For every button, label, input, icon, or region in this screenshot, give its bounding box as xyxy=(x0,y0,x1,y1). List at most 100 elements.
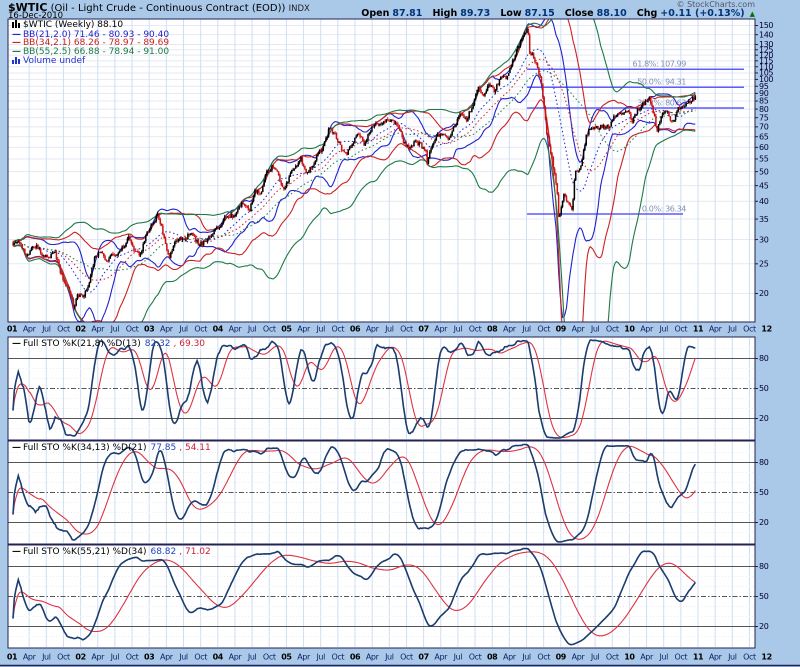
svg-text:Apr: Apr xyxy=(434,653,448,662)
svg-text:06: 06 xyxy=(350,653,361,662)
svg-text:01: 01 xyxy=(7,653,18,662)
svg-text:03: 03 xyxy=(144,325,154,334)
stoch-panel-2-k-value: 77.85 xyxy=(150,443,176,453)
svg-text:Oct: Oct xyxy=(400,653,413,662)
svg-text:Oct: Oct xyxy=(675,325,688,334)
svg-text:Apr: Apr xyxy=(366,653,380,662)
svg-text:20: 20 xyxy=(759,289,769,298)
stoch-panel-1-k-value: 82.32 xyxy=(145,339,171,349)
svg-text:Apr: Apr xyxy=(366,325,380,334)
svg-text:Oct: Oct xyxy=(332,653,345,662)
svg-text:50: 50 xyxy=(759,167,769,176)
legend-bb55-row: —BB(55,2.5) 66.88 - 78.94 - 91.00 xyxy=(12,48,169,57)
stoch-panel-3-d-value: , 71.02 xyxy=(179,547,211,557)
line-swatch-icon: — xyxy=(12,339,21,349)
svg-text:Oct: Oct xyxy=(126,325,139,334)
svg-text:Apr: Apr xyxy=(572,325,586,334)
svg-text:Oct: Oct xyxy=(537,325,550,334)
svg-text:80: 80 xyxy=(759,562,769,571)
svg-text:09: 09 xyxy=(556,653,567,662)
svg-text:50: 50 xyxy=(759,592,769,601)
svg-text:01: 01 xyxy=(7,325,18,334)
svg-text:Oct: Oct xyxy=(194,653,207,662)
svg-text:Oct: Oct xyxy=(675,653,688,662)
close-value: 88.10 xyxy=(597,8,627,19)
svg-text:20: 20 xyxy=(759,518,769,527)
svg-text:Jul: Jul xyxy=(590,653,600,662)
open-value: 87.81 xyxy=(392,8,422,19)
svg-text:Jul: Jul xyxy=(521,653,531,662)
svg-text:30: 30 xyxy=(759,235,769,244)
svg-text:35: 35 xyxy=(759,215,769,224)
legend-bb55-label: BB(55,2.5) 66.88 - 78.94 - 91.00 xyxy=(23,47,169,57)
svg-text:05: 05 xyxy=(281,653,292,662)
svg-text:Apr: Apr xyxy=(640,653,654,662)
svg-text:Jul: Jul xyxy=(315,325,325,334)
stoch-panel-2-header: —Full STO %K(34,13) %D(21) 77.85, 54.11 xyxy=(12,443,211,453)
svg-text:Apr: Apr xyxy=(709,653,723,662)
svg-text:Apr: Apr xyxy=(640,325,654,334)
svg-text:Jul: Jul xyxy=(453,653,463,662)
svg-text:Apr: Apr xyxy=(297,653,311,662)
svg-text:02: 02 xyxy=(75,653,85,662)
chg-label: Chg xyxy=(637,8,658,19)
svg-text:Apr: Apr xyxy=(229,653,243,662)
svg-text:02: 02 xyxy=(75,325,85,334)
svg-text:Jul: Jul xyxy=(110,653,120,662)
svg-text:Oct: Oct xyxy=(332,325,345,334)
line-swatch-icon: — xyxy=(12,547,21,557)
svg-text:150: 150 xyxy=(759,21,773,30)
legend-main-label: $WTIC (Weekly) 88.10 xyxy=(23,20,123,30)
svg-text:10: 10 xyxy=(624,653,635,662)
chg-value: +0.11 (+0.13%) xyxy=(660,8,744,19)
svg-text:0.0%: 36.34: 0.0%: 36.34 xyxy=(642,205,686,214)
svg-text:Oct: Oct xyxy=(537,653,550,662)
stoch-panel-1-header: —Full STO %K(21,8) %D(13)82.32, 69.30 xyxy=(12,339,205,349)
svg-text:03: 03 xyxy=(144,653,154,662)
svg-text:04: 04 xyxy=(213,325,224,334)
stoch-panel-2-d-value: , 54.11 xyxy=(179,443,211,453)
svg-text:Jul: Jul xyxy=(178,325,188,334)
stoch-panel-2-label: Full STO %K(34,13) %D(21) xyxy=(23,443,146,453)
svg-text:08: 08 xyxy=(487,653,498,662)
svg-text:12: 12 xyxy=(761,653,771,662)
svg-text:Jul: Jul xyxy=(315,653,325,662)
candlestick-icon xyxy=(12,20,20,31)
svg-text:Oct: Oct xyxy=(469,325,482,334)
svg-text:Jul: Jul xyxy=(384,653,394,662)
svg-text:06: 06 xyxy=(350,325,361,334)
svg-text:Apr: Apr xyxy=(160,325,174,334)
svg-text:Jul: Jul xyxy=(727,653,737,662)
svg-text:Oct: Oct xyxy=(263,325,276,334)
svg-text:80: 80 xyxy=(759,458,769,467)
svg-text:Oct: Oct xyxy=(400,325,413,334)
svg-text:Apr: Apr xyxy=(572,653,586,662)
svg-text:04: 04 xyxy=(213,653,224,662)
svg-text:61.8%: 107.99: 61.8%: 107.99 xyxy=(633,60,687,69)
line-swatch-icon: — xyxy=(12,443,21,453)
svg-text:Oct: Oct xyxy=(57,653,70,662)
svg-text:Apr: Apr xyxy=(709,325,723,334)
svg-text:Apr: Apr xyxy=(297,325,311,334)
svg-text:25: 25 xyxy=(759,260,769,269)
stoch-panel-1-label: Full STO %K(21,8) %D(13) xyxy=(23,339,141,349)
svg-text:Oct: Oct xyxy=(606,325,619,334)
svg-text:Oct: Oct xyxy=(57,325,70,334)
svg-text:Oct: Oct xyxy=(469,653,482,662)
open-label: Open xyxy=(361,8,389,19)
svg-text:60: 60 xyxy=(759,143,769,152)
svg-text:Apr: Apr xyxy=(23,325,37,334)
svg-text:140: 140 xyxy=(759,30,773,39)
svg-text:65: 65 xyxy=(759,132,769,141)
svg-text:Oct: Oct xyxy=(743,325,756,334)
low-label: Low xyxy=(500,8,521,19)
svg-text:50: 50 xyxy=(759,488,769,497)
svg-text:Oct: Oct xyxy=(743,653,756,662)
close-label: Close xyxy=(565,8,594,19)
chart-canvas: 1501401301251201151101051009590858075706… xyxy=(0,0,800,667)
stoch-panel-3-header: —Full STO %K(55,21) %D(34)68.82, 71.02 xyxy=(12,547,211,557)
svg-text:Apr: Apr xyxy=(23,653,37,662)
volume-icon xyxy=(12,56,20,67)
svg-text:Apr: Apr xyxy=(91,653,105,662)
svg-text:Jul: Jul xyxy=(658,325,668,334)
